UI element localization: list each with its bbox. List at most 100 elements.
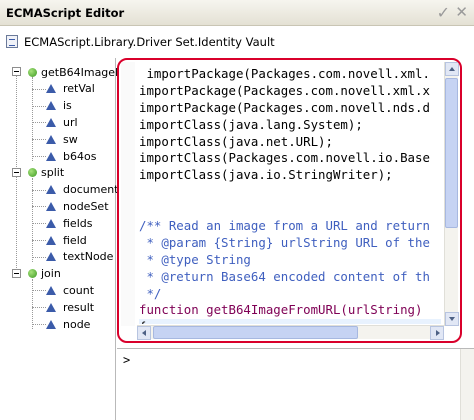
tree-item-label: document: [63, 183, 119, 197]
tree-item-label: url: [63, 115, 78, 129]
variable-icon: [46, 302, 56, 312]
function-icon: [28, 67, 37, 77]
code-line: */: [139, 285, 162, 301]
tree-variable-field[interactable]: field: [46, 232, 87, 248]
tree-connector: [32, 156, 46, 157]
tree-connector: [32, 177, 33, 262]
console-prompt: >: [123, 353, 131, 367]
code-line: importPackage(Packages.com.novell.xml.x: [139, 82, 430, 98]
code-line: * @return Base64 encoded content of th: [139, 268, 430, 284]
code-line: * @param {String} urlString URL of the: [139, 234, 430, 250]
tree-variable-retVal[interactable]: retVal: [46, 81, 95, 97]
tree-variable-result[interactable]: result: [46, 299, 94, 315]
collapse-toggle-icon[interactable]: [12, 67, 21, 76]
horizontal-scroll-thumb[interactable]: [153, 326, 358, 339]
variable-icon: [46, 151, 56, 161]
collapse-toggle-icon[interactable]: [12, 167, 21, 177]
variable-icon: [46, 185, 56, 195]
tree-variable-count[interactable]: count: [46, 282, 94, 298]
tree-item-label: b64os: [63, 149, 97, 163]
collapse-toggle-icon[interactable]: [12, 268, 21, 278]
tree-connector: [32, 122, 46, 124]
console-panel[interactable]: >: [117, 348, 474, 420]
tree-connector: [32, 256, 46, 258]
code-line: function getB64ImageFromURL(urlString): [139, 302, 423, 318]
breadcrumb: ECMAScript.Library.Driver Set.Identity V…: [0, 27, 474, 57]
tree-connector: [16, 176, 17, 278]
variable-icon: [46, 201, 56, 211]
tree-item-label: fields: [63, 216, 93, 230]
tree-function-split[interactable]: split: [28, 165, 64, 181]
tree-item-label: nodeSet: [63, 199, 109, 213]
tree-variable-document[interactable]: document: [46, 182, 119, 198]
editor-gutter: [121, 62, 135, 326]
tree-connector: [32, 88, 46, 90]
variable-icon: [46, 252, 56, 262]
tree-variable-b64os[interactable]: b64os: [46, 148, 96, 164]
editor-vertical-scrollbar[interactable]: [444, 62, 459, 326]
close-icon[interactable]: ✕: [455, 3, 468, 21]
scroll-up-icon[interactable]: [445, 62, 459, 76]
code-line: importClass(Packages.com.novell.io.Base: [139, 150, 430, 166]
editor-horizontal-scrollbar[interactable]: [137, 325, 444, 340]
tree-connector: [32, 290, 46, 292]
tree-connector: [32, 223, 46, 225]
scroll-right-icon[interactable]: [430, 326, 444, 340]
tree-connector: [32, 307, 46, 309]
policy-library-icon: [6, 35, 18, 48]
tree-item-label: result: [63, 300, 95, 314]
tree-item-label: retVal: [63, 82, 95, 96]
code-line: importPackage(Packages.com.novell.nds.d: [139, 99, 430, 115]
variable-icon: [46, 117, 56, 127]
tree-item-label: textNode: [63, 250, 114, 264]
tree-connector: [32, 206, 46, 208]
tree-variable-node[interactable]: node: [46, 316, 90, 332]
tree-connector: [32, 278, 33, 329]
variable-icon: [46, 319, 56, 329]
function-tree[interactable]: getB64ImageF retVal is url sw b64os split docum…: [0, 58, 121, 420]
code-editor[interactable]: importPackage(Packages.com.novell.xml. im…: [117, 58, 462, 343]
function-icon: [28, 269, 37, 279]
tree-item-label: sw: [63, 132, 78, 146]
tree-variable-sw[interactable]: sw: [46, 131, 78, 147]
tree-item-label: count: [63, 283, 95, 297]
code-line: {: [139, 319, 441, 324]
code-area[interactable]: importPackage(Packages.com.novell.xml. im…: [139, 66, 441, 324]
check-icon[interactable]: ✓: [437, 3, 450, 22]
variable-icon: [46, 84, 56, 94]
tree-connector: [32, 139, 46, 141]
tree-variable-nodeSet[interactable]: nodeSet: [46, 198, 109, 214]
scroll-down-icon[interactable]: [445, 312, 459, 326]
code-line: importClass(java.lang.System);: [139, 116, 363, 132]
tree-variable-fields[interactable]: fields: [46, 215, 92, 231]
code-line: importClass(java.net.URL);: [139, 133, 333, 149]
tree-variable-url[interactable]: url: [46, 114, 78, 130]
window-title: ECMAScript Editor: [6, 6, 125, 20]
tree-item-label: join: [41, 267, 61, 281]
tree-function-getB64ImageF[interactable]: getB64ImageF: [28, 64, 121, 80]
tree-item-label: is: [63, 99, 72, 113]
tree-connector: [32, 77, 33, 161]
tree-variable-is[interactable]: is: [46, 98, 72, 114]
code-line: importPackage(Packages.com.novell.xml.: [139, 66, 430, 81]
function-icon: [28, 168, 37, 178]
console-scrollbar[interactable]: [460, 349, 474, 420]
code-line: /** Read an image from a URL and return: [139, 218, 430, 234]
scroll-left-icon[interactable]: [137, 326, 151, 340]
tree-connector: [16, 76, 17, 177]
variable-icon: [46, 134, 56, 144]
code-line: * @type String: [139, 251, 251, 267]
variable-icon: [46, 285, 56, 295]
tree-connector: [32, 189, 46, 191]
tree-item-label: split: [41, 166, 65, 180]
code-line: importClass(java.io.StringWriter);: [139, 167, 393, 183]
breadcrumb-path: ECMAScript.Library.Driver Set.Identity V…: [24, 35, 275, 49]
tree-variable-textNode[interactable]: textNode: [46, 249, 113, 265]
tree-item-label: getB64ImageF: [41, 65, 122, 79]
tree-connector: [32, 324, 46, 325]
vertical-scroll-thumb[interactable]: [445, 78, 458, 228]
tree-connector: [32, 105, 46, 107]
variable-icon: [46, 218, 56, 228]
